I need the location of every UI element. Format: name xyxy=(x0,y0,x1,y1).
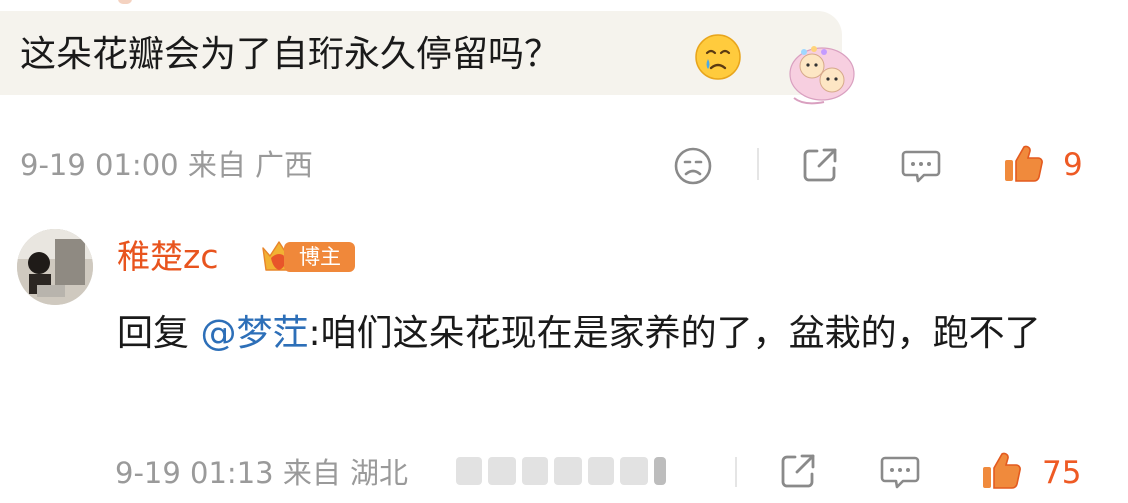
redacted-text xyxy=(456,456,690,486)
like-count: 9 xyxy=(1063,147,1083,183)
thumbs-up-icon[interactable] xyxy=(1001,142,1045,186)
comment-meta: 9-19 01:00 来自 广西 xyxy=(20,148,314,182)
comment-icon[interactable] xyxy=(900,145,942,185)
crying-face-emoji xyxy=(695,34,741,80)
comment-text: 这朵花瓣会为了自珩永久停留吗？ xyxy=(20,34,561,75)
comment-thread: 这朵花瓣会为了自珩永久停留吗？ 9-19 01:00 来自 广西 9 稚楚zc … xyxy=(0,0,1128,503)
action-divider xyxy=(735,457,737,487)
cartoon-sticker xyxy=(789,46,855,105)
reply-prefix: 回复 xyxy=(117,313,190,354)
username[interactable]: 稚楚zc xyxy=(117,235,218,279)
action-divider xyxy=(757,148,759,180)
reply-meta: 9-19 01:13 来自 湖北 xyxy=(115,456,409,490)
previous-content-edge xyxy=(0,0,1128,10)
comment-icon[interactable] xyxy=(879,451,921,491)
thumbs-up-icon[interactable] xyxy=(979,449,1023,493)
sad-face-icon[interactable] xyxy=(672,145,714,187)
blogger-badge: 7 博主 xyxy=(259,236,357,276)
badge-label: 博主 xyxy=(299,245,341,269)
avatar[interactable] xyxy=(17,229,93,305)
share-icon[interactable] xyxy=(800,145,840,185)
mention-link[interactable]: @梦茳 xyxy=(200,313,308,354)
like-count: 75 xyxy=(1042,455,1082,491)
reply-body: :咱们这朵花现在是家养的了，盆栽的，跑不了 xyxy=(308,313,1041,354)
share-icon[interactable] xyxy=(778,451,818,491)
reply-text: 回复 @梦茳:咱们这朵花现在是家养的了，盆栽的，跑不了 xyxy=(117,301,1077,367)
